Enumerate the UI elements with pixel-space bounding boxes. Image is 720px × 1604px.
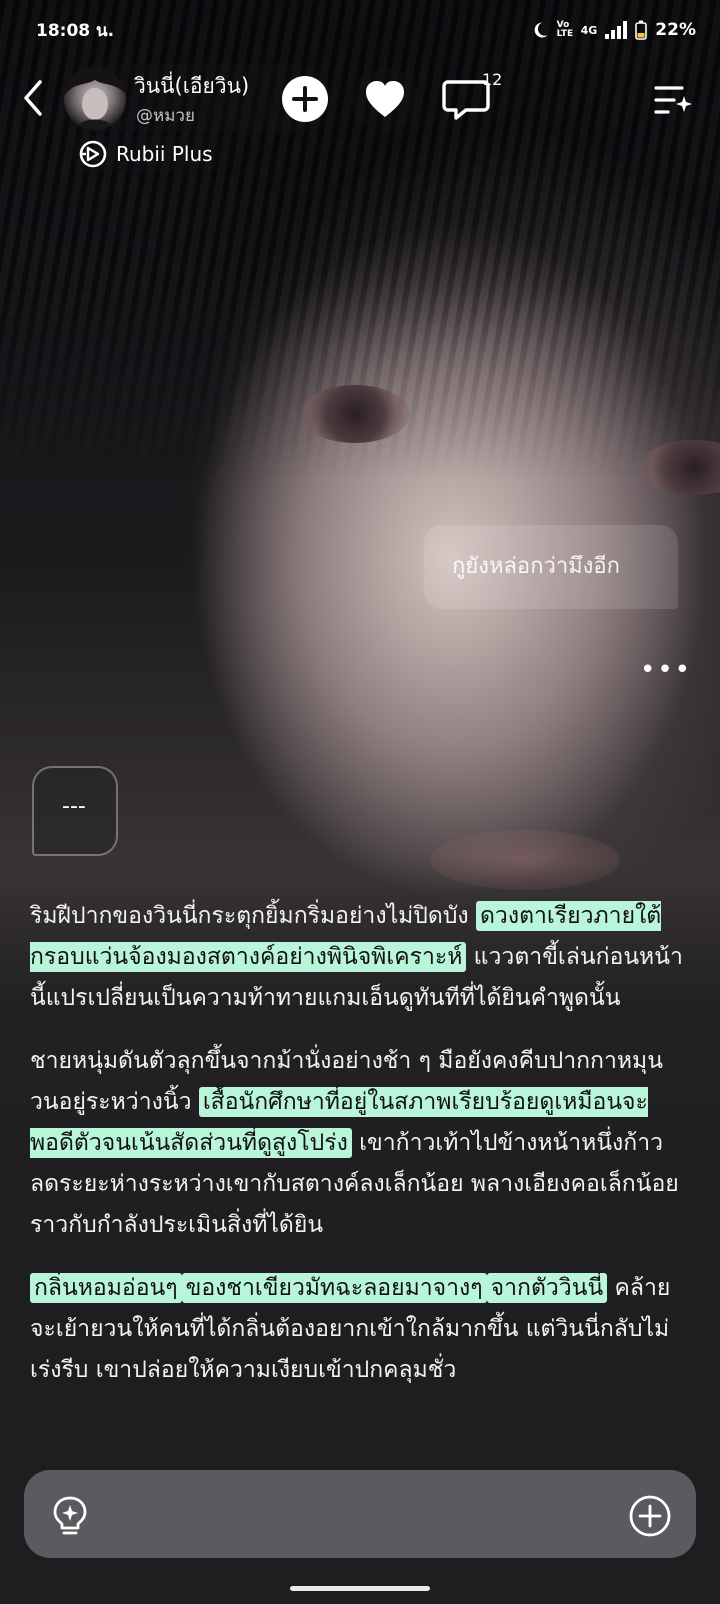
network-indicator: 4G: [580, 23, 598, 37]
home-indicator[interactable]: [290, 1586, 430, 1591]
story-paragraph-1: ริมฝีปากของวินนี่กระตุกยิ้มกริ่มอย่างไม่…: [30, 896, 690, 1019]
avatar-image: [64, 68, 126, 130]
story-text: ริมฝีปากของวินนี่กระตุกยิ้มกริ่มอย่างไม่…: [30, 896, 690, 1413]
signal-icon: [605, 21, 628, 39]
status-bar: 18:08 น. Vo LTE 4G 22%: [0, 0, 720, 60]
highlighted-phrase: กลิ่นหอมอ่อนๆ: [30, 1273, 182, 1303]
status-icons: Vo LTE 4G 22%: [531, 20, 696, 40]
background-eye-left: [300, 385, 410, 443]
highlighted-phrase: จากตัววินนี่: [486, 1273, 608, 1303]
lightbulb-icon[interactable]: [50, 1494, 90, 1538]
story-text-segment: ริมฝีปากของวินนี่กระตุกยิ้มกริ่มอย่างไม่…: [30, 903, 476, 929]
plus-circle-icon[interactable]: [628, 1494, 672, 1538]
user-message-text: กูยังหล่อกว่ามึงอีก: [452, 554, 620, 579]
chevron-left-icon[interactable]: [16, 76, 52, 120]
character-handle: @หมวย: [136, 106, 195, 126]
rubii-logo-icon: [79, 140, 107, 168]
battery-icon: [635, 20, 648, 40]
comment-count: 12: [482, 70, 503, 89]
character-name: วินนี่(เอียวิน): [134, 74, 250, 98]
moon-icon: [534, 22, 548, 38]
more-options-icon[interactable]: •••: [640, 657, 692, 683]
status-time: 18:08 น.: [36, 20, 115, 41]
heart-icon: [366, 81, 404, 117]
story-paragraph-3: กลิ่นหอมอ่อนๆ ของชาเขียวมัทฉะลอยมาจางๆ จาก…: [30, 1268, 690, 1391]
ai-message-text: ---: [62, 794, 86, 819]
message-input-bar[interactable]: [24, 1470, 696, 1558]
volte-indicator: Vo LTE: [556, 20, 574, 39]
sparkle-menu-icon[interactable]: [652, 80, 694, 120]
rubii-plus-badge[interactable]: Rubii Plus: [72, 136, 223, 172]
plus-icon: [292, 86, 318, 112]
avatar[interactable]: [64, 68, 126, 130]
follow-button[interactable]: [282, 76, 328, 122]
rubii-plus-label: Rubii Plus: [116, 142, 213, 166]
highlighted-phrase: ของชาเขียวมัทฉะลอยมาจางๆ: [181, 1273, 487, 1303]
story-paragraph-2: ชายหนุ่มดันตัวลุกขึ้นจากม้านั่งอย่างช้า …: [30, 1041, 690, 1246]
battery-percent: 22%: [655, 20, 696, 40]
like-button[interactable]: [352, 68, 418, 130]
